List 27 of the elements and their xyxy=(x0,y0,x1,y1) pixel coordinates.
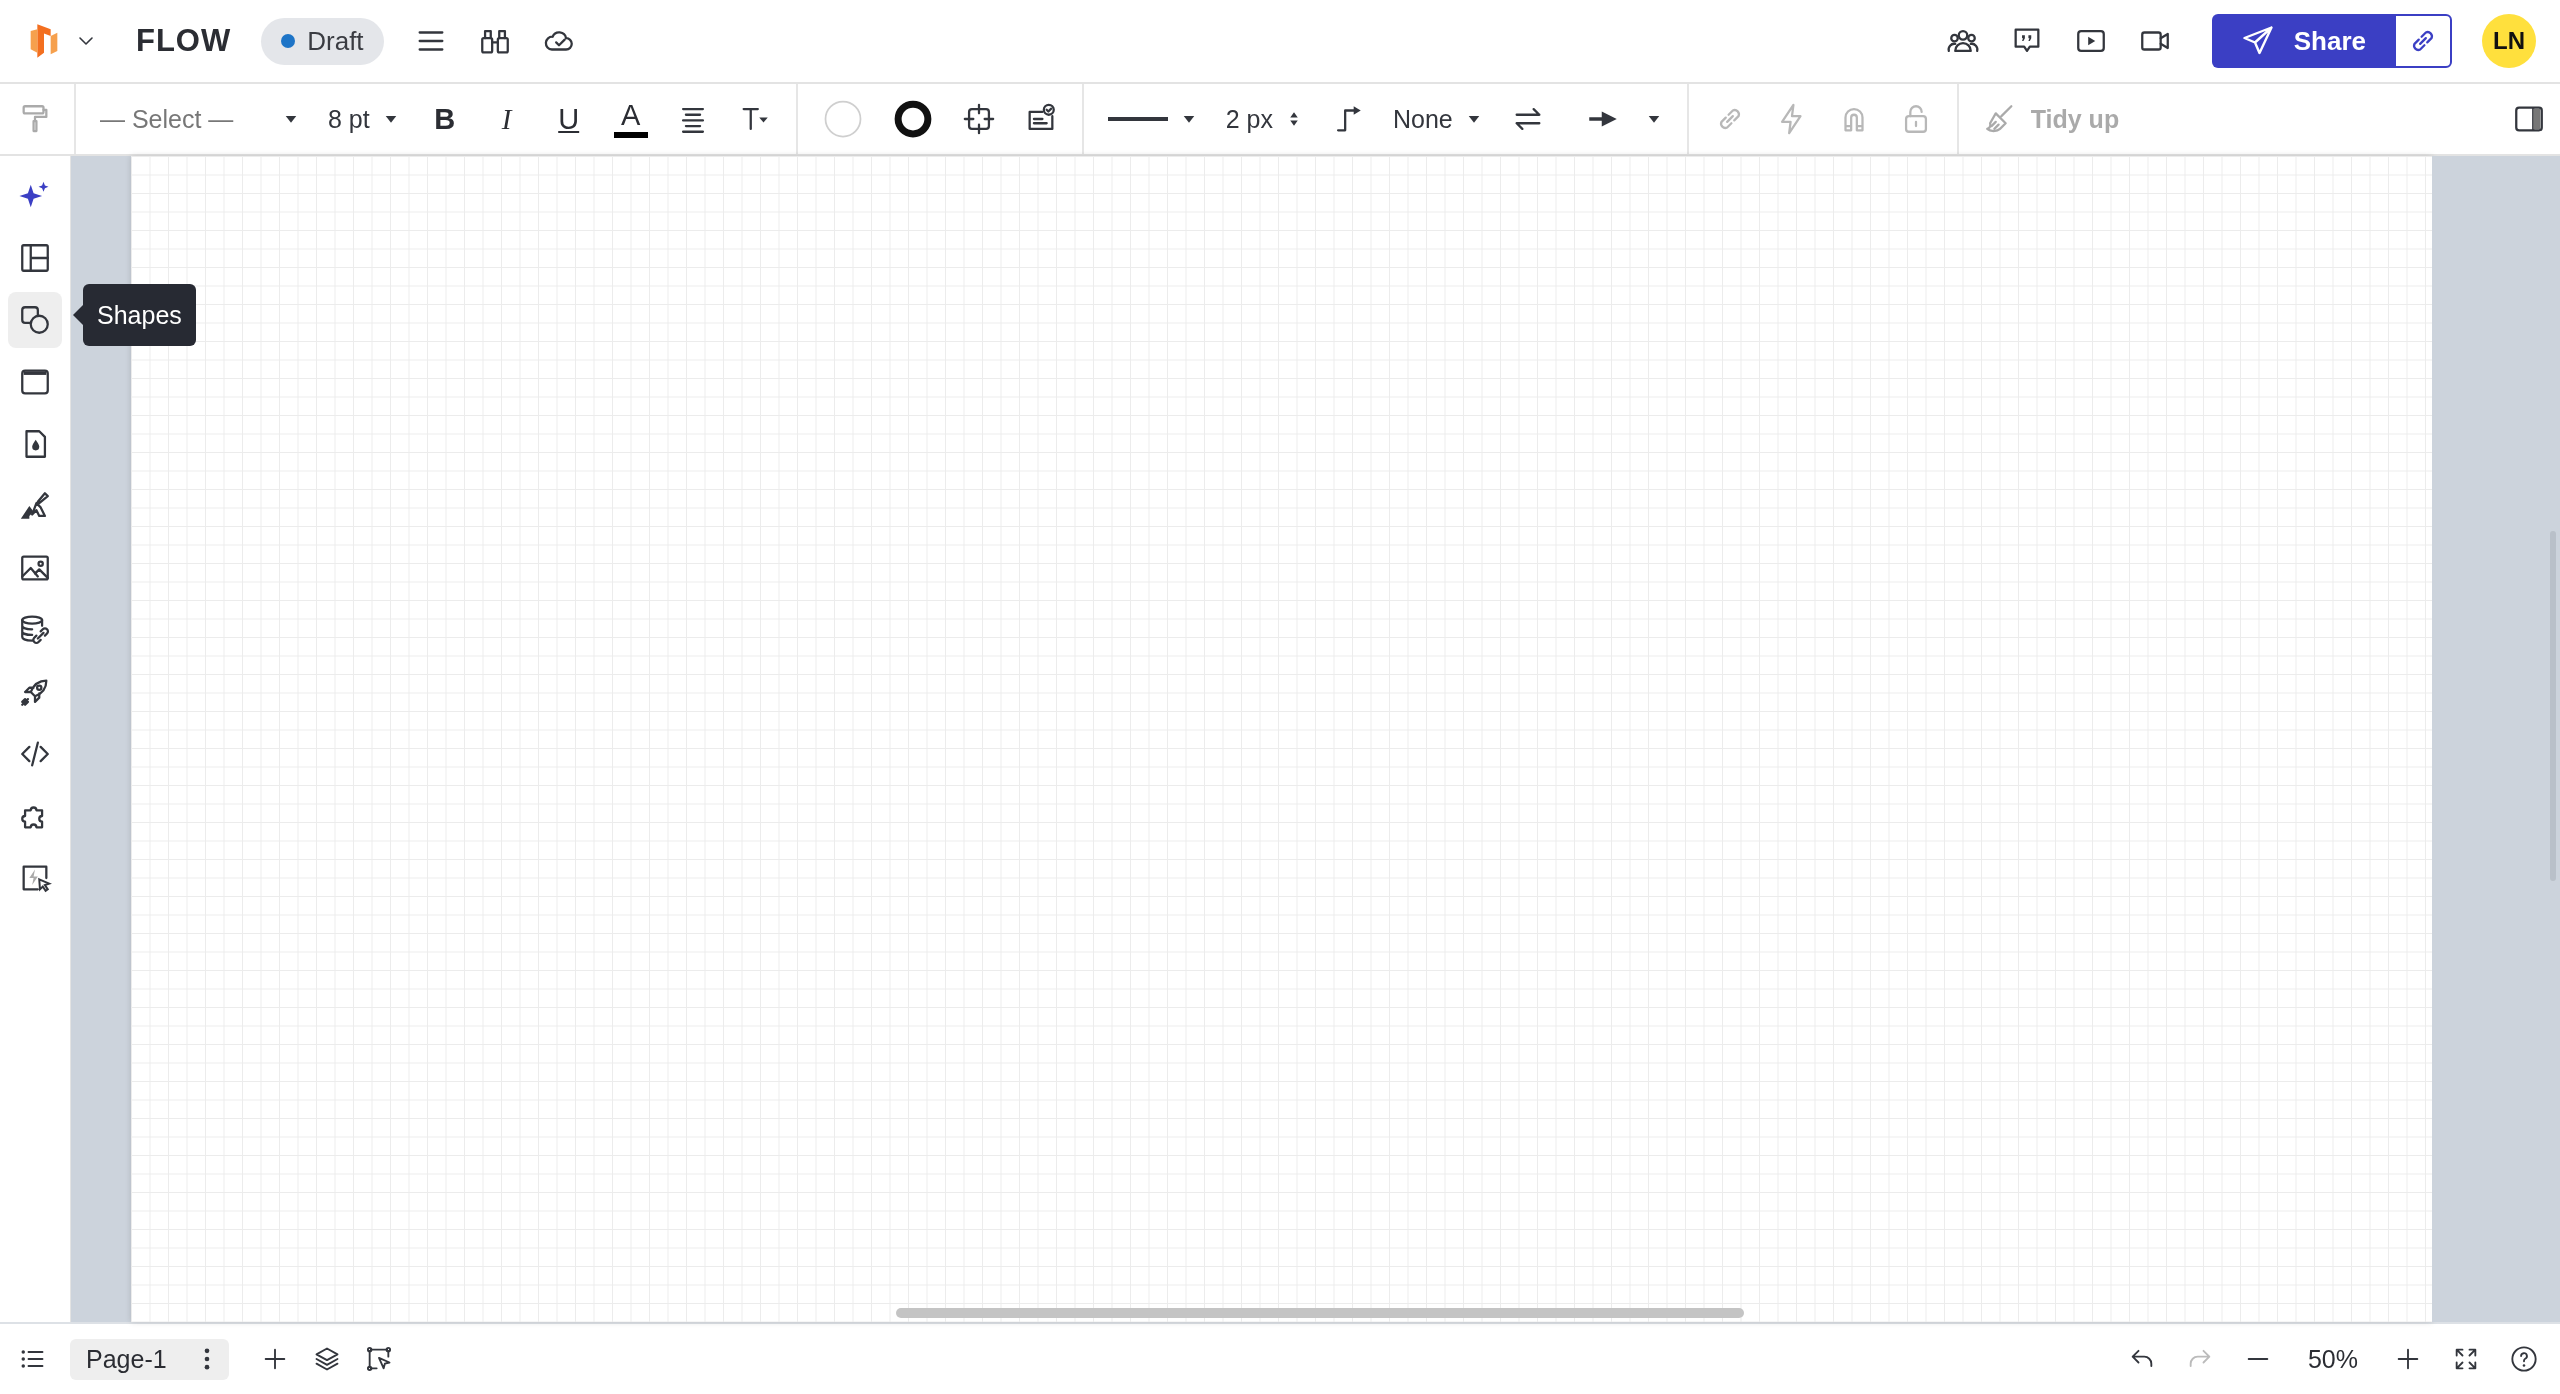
document-title[interactable]: FLOW xyxy=(136,23,232,59)
font-size-dropdown[interactable]: 8 pt xyxy=(328,104,400,134)
page-name[interactable]: Page-1 xyxy=(86,1344,167,1374)
line-start-dropdown[interactable]: None xyxy=(1392,104,1483,134)
text-color-button[interactable]: A xyxy=(613,100,648,138)
line-width-stepper[interactable]: 2 px xyxy=(1225,104,1303,134)
copy-link-button[interactable] xyxy=(2394,14,2452,68)
tooltip: Shapes xyxy=(83,284,196,346)
status-badge[interactable]: Draft xyxy=(261,17,384,65)
share-button[interactable]: Share xyxy=(2211,14,2394,68)
horizontal-scrollbar[interactable] xyxy=(896,1308,1744,1318)
sidebar-item[interactable] xyxy=(8,292,62,348)
zoom-level: 50% xyxy=(2307,1344,2358,1374)
underline-button[interactable]: U xyxy=(551,102,586,136)
line-icon xyxy=(1107,117,1168,121)
page-tab[interactable]: Page-1 xyxy=(70,1338,229,1380)
select-frame-icon[interactable] xyxy=(364,1345,393,1373)
tooltip-pointer xyxy=(73,305,83,325)
database-link-icon xyxy=(18,613,52,647)
user-avatar[interactable]: LN xyxy=(2482,14,2536,68)
crop-icon[interactable] xyxy=(961,102,996,136)
bold-button[interactable]: B xyxy=(427,102,462,136)
layout-icon xyxy=(18,241,52,275)
font-dropdown[interactable]: — Select — xyxy=(100,104,300,134)
shapes-icon xyxy=(18,303,52,337)
italic-button[interactable]: I xyxy=(489,102,524,136)
help-icon[interactable] xyxy=(2510,1345,2538,1373)
